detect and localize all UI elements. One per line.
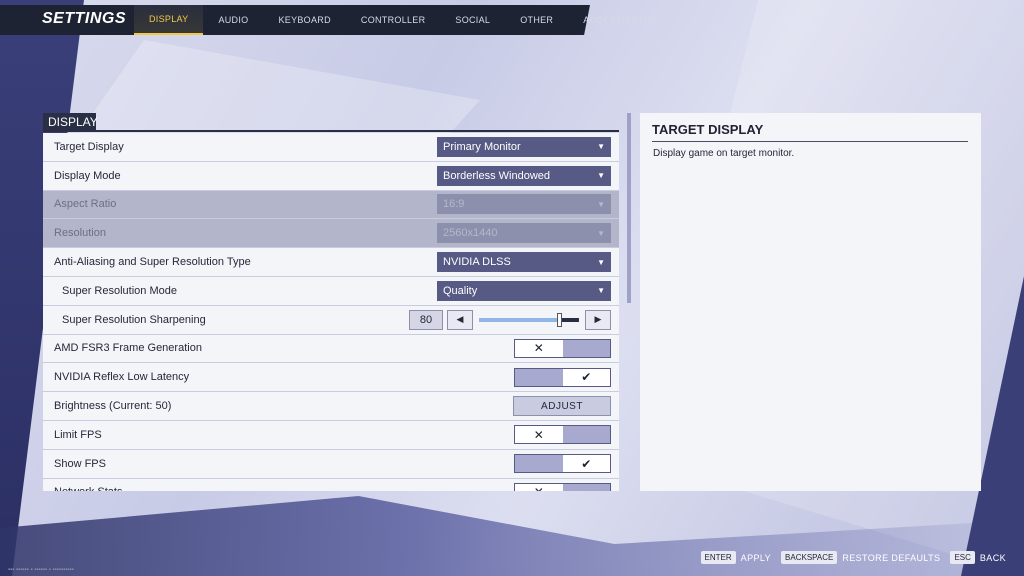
dropdown-value: NVIDIA DLSS <box>443 256 511 269</box>
setting-row-aspect-ratio: Aspect Ratio 16:9 ▼ <box>43 190 619 220</box>
page-title: SETTINGS <box>42 10 127 27</box>
tab-social[interactable]: SOCIAL <box>440 5 505 35</box>
toggle-on-segment <box>562 483 610 491</box>
hint-apply[interactable]: ENTER APPLY <box>700 551 772 564</box>
section-header-rule <box>43 130 619 132</box>
dropdown-super-resolution-mode[interactable]: Quality ▼ <box>437 280 611 301</box>
toggle-off-segment <box>515 455 563 473</box>
tab-other[interactable]: OTHER <box>505 5 568 35</box>
tab-controller[interactable]: CONTROLLER <box>346 5 441 35</box>
dropdown-value: 2560x1440 <box>443 227 498 240</box>
setting-label: NVIDIA Reflex Low Latency <box>54 371 190 384</box>
build-info: ▪▪▪ ▪▪▪▪▪▪ ▪ ▪▪▪▪▪▪ ▪ ▪▪▪▪▪▪▪▪▪▪ <box>8 567 74 573</box>
setting-label: Brightness (Current: 50) <box>54 400 172 413</box>
info-divider <box>652 141 968 142</box>
setting-row-anti-aliasing-and-super-resolution-type[interactable]: Anti-Aliasing and Super Resolution Type N… <box>43 248 619 277</box>
key-cap: ENTER <box>700 551 736 564</box>
setting-label: Anti-Aliasing and Super Resolution Type <box>54 256 251 269</box>
settings-list: Target Display Primary Monitor ▼ Display Mo… <box>43 133 619 491</box>
cross-icon: ✕ <box>515 339 563 357</box>
setting-label: Super Resolution Mode <box>62 284 177 297</box>
slider-fill <box>479 317 559 322</box>
sharpening-slider: 80 ◀ ▶ <box>409 309 611 330</box>
setting-row-nvidia-reflex-low-latency[interactable]: NVIDIA Reflex Low Latency ✔ <box>43 363 619 393</box>
check-icon: ✔ <box>562 368 610 386</box>
setting-row-display-mode[interactable]: Display Mode Borderless Windowed ▼ <box>43 161 619 191</box>
setting-label: Super Resolution Sharpening <box>62 313 206 326</box>
toggle-show-fps[interactable]: ✔ <box>514 454 611 474</box>
setting-row-target-display[interactable]: Target Display Primary Monitor ▼ <box>43 133 619 162</box>
toggle-nvidia-reflex-low-latency[interactable]: ✔ <box>514 367 611 387</box>
hint-label: BACK <box>979 552 1006 563</box>
slider-value: 80 <box>409 309 443 330</box>
dropdown-value: Primary Monitor <box>443 140 521 153</box>
toggle-on-segment <box>562 426 610 444</box>
toggle-limit-fps[interactable]: ✕ <box>514 425 611 445</box>
setting-label: Resolution <box>54 227 106 240</box>
tab-audio[interactable]: AUDIO <box>203 5 263 35</box>
caret-down-icon: ▼ <box>597 142 605 152</box>
setting-row-super-resolution-mode[interactable]: Super Resolution Mode Quality ▼ <box>43 276 619 306</box>
toggle-on-segment <box>562 339 610 357</box>
setting-row-show-fps[interactable]: Show FPS ✔ <box>43 449 619 479</box>
setting-label: Limit FPS <box>54 428 102 441</box>
dropdown-value: Quality <box>443 284 478 297</box>
hint-back[interactable]: ESC BACK <box>950 551 1006 564</box>
dropdown-anti-aliasing-and-super-resolution-type[interactable]: NVIDIA DLSS ▼ <box>437 252 611 273</box>
display-settings-panel: DISPLAY Target Display Primary Monitor ▼ Di… <box>43 113 619 491</box>
tab-display[interactable]: DISPLAY <box>134 5 204 35</box>
slider-track[interactable] <box>477 310 581 330</box>
caret-down-icon: ▼ <box>597 228 605 238</box>
setting-row-brightness-current-50[interactable]: Brightness (Current: 50) ADJUST <box>43 392 619 421</box>
key-hints: ENTER APPLY BACKSPACE RESTORE DEFAULTS ESC BA… <box>700 551 1006 564</box>
setting-row-amd-fsr3-frame-generation[interactable]: AMD FSR3 Frame Generation ✕ <box>43 334 619 364</box>
setting-label: Show FPS <box>54 457 106 470</box>
section-header: DISPLAY <box>43 113 98 131</box>
cross-icon: ✕ <box>515 483 563 491</box>
setting-row-super-resolution-sharpening[interactable]: Super Resolution Sharpening 80 ◀ ▶ <box>43 305 619 335</box>
setting-label: Display Mode <box>54 169 121 182</box>
hint-label: RESTORE DEFAULTS <box>842 552 941 563</box>
dropdown-value: 16:9 <box>443 198 465 211</box>
adjust-button[interactable]: ADJUST <box>513 396 611 417</box>
setting-label: Target Display <box>54 140 124 153</box>
caret-down-icon: ▼ <box>597 199 605 209</box>
setting-label: AMD FSR3 Frame Generation <box>54 342 202 355</box>
setting-label: Network Stats <box>54 486 122 491</box>
dropdown-resolution: 2560x1440 ▼ <box>437 223 611 244</box>
cross-icon: ✕ <box>515 426 563 444</box>
tab-keyboard[interactable]: KEYBOARD <box>263 5 345 35</box>
toggle-amd-fsr3-frame-generation[interactable]: ✕ <box>514 338 611 358</box>
dropdown-display-mode[interactable]: Borderless Windowed ▼ <box>437 165 611 186</box>
caret-down-icon: ▼ <box>597 286 605 296</box>
dropdown-aspect-ratio: 16:9 ▼ <box>437 194 611 215</box>
dropdown-value: Borderless Windowed <box>443 169 550 182</box>
toggle-network-stats[interactable]: ✕ <box>514 482 611 491</box>
caret-down-icon: ▼ <box>597 171 605 181</box>
info-panel: TARGET DISPLAY Display game on target mo… <box>640 113 981 491</box>
check-icon: ✔ <box>562 455 610 473</box>
key-cap: BACKSPACE <box>781 551 838 564</box>
setting-row-limit-fps[interactable]: Limit FPS ✕ <box>43 420 619 450</box>
toggle-off-segment <box>515 368 563 386</box>
settings-tabs: DISPLAY AUDIO KEYBOARD CONTROLLER SOCIAL OTHE… <box>134 5 669 35</box>
slider-thumb[interactable] <box>557 312 562 327</box>
hint-label: APPLY <box>740 552 772 563</box>
setting-label: Aspect Ratio <box>54 198 117 211</box>
info-title: TARGET DISPLAY <box>652 122 764 137</box>
info-description: Display game on target monitor. <box>653 148 795 159</box>
setting-row-network-stats[interactable]: Network Stats ✕ <box>43 478 619 491</box>
key-cap: ESC <box>950 551 975 564</box>
setting-row-resolution: Resolution 2560x1440 ▼ <box>43 219 619 249</box>
caret-down-icon: ▼ <box>597 257 605 267</box>
arrow-left-icon[interactable]: ◀ <box>447 309 473 330</box>
arrow-right-icon[interactable]: ▶ <box>585 309 611 330</box>
tab-accessibility[interactable]: ACCESSIBILITY <box>568 5 669 35</box>
hint-restore-defaults[interactable]: BACKSPACE RESTORE DEFAULTS <box>781 551 940 564</box>
settings-scrollbar[interactable] <box>627 113 631 303</box>
dropdown-target-display[interactable]: Primary Monitor ▼ <box>437 136 611 157</box>
